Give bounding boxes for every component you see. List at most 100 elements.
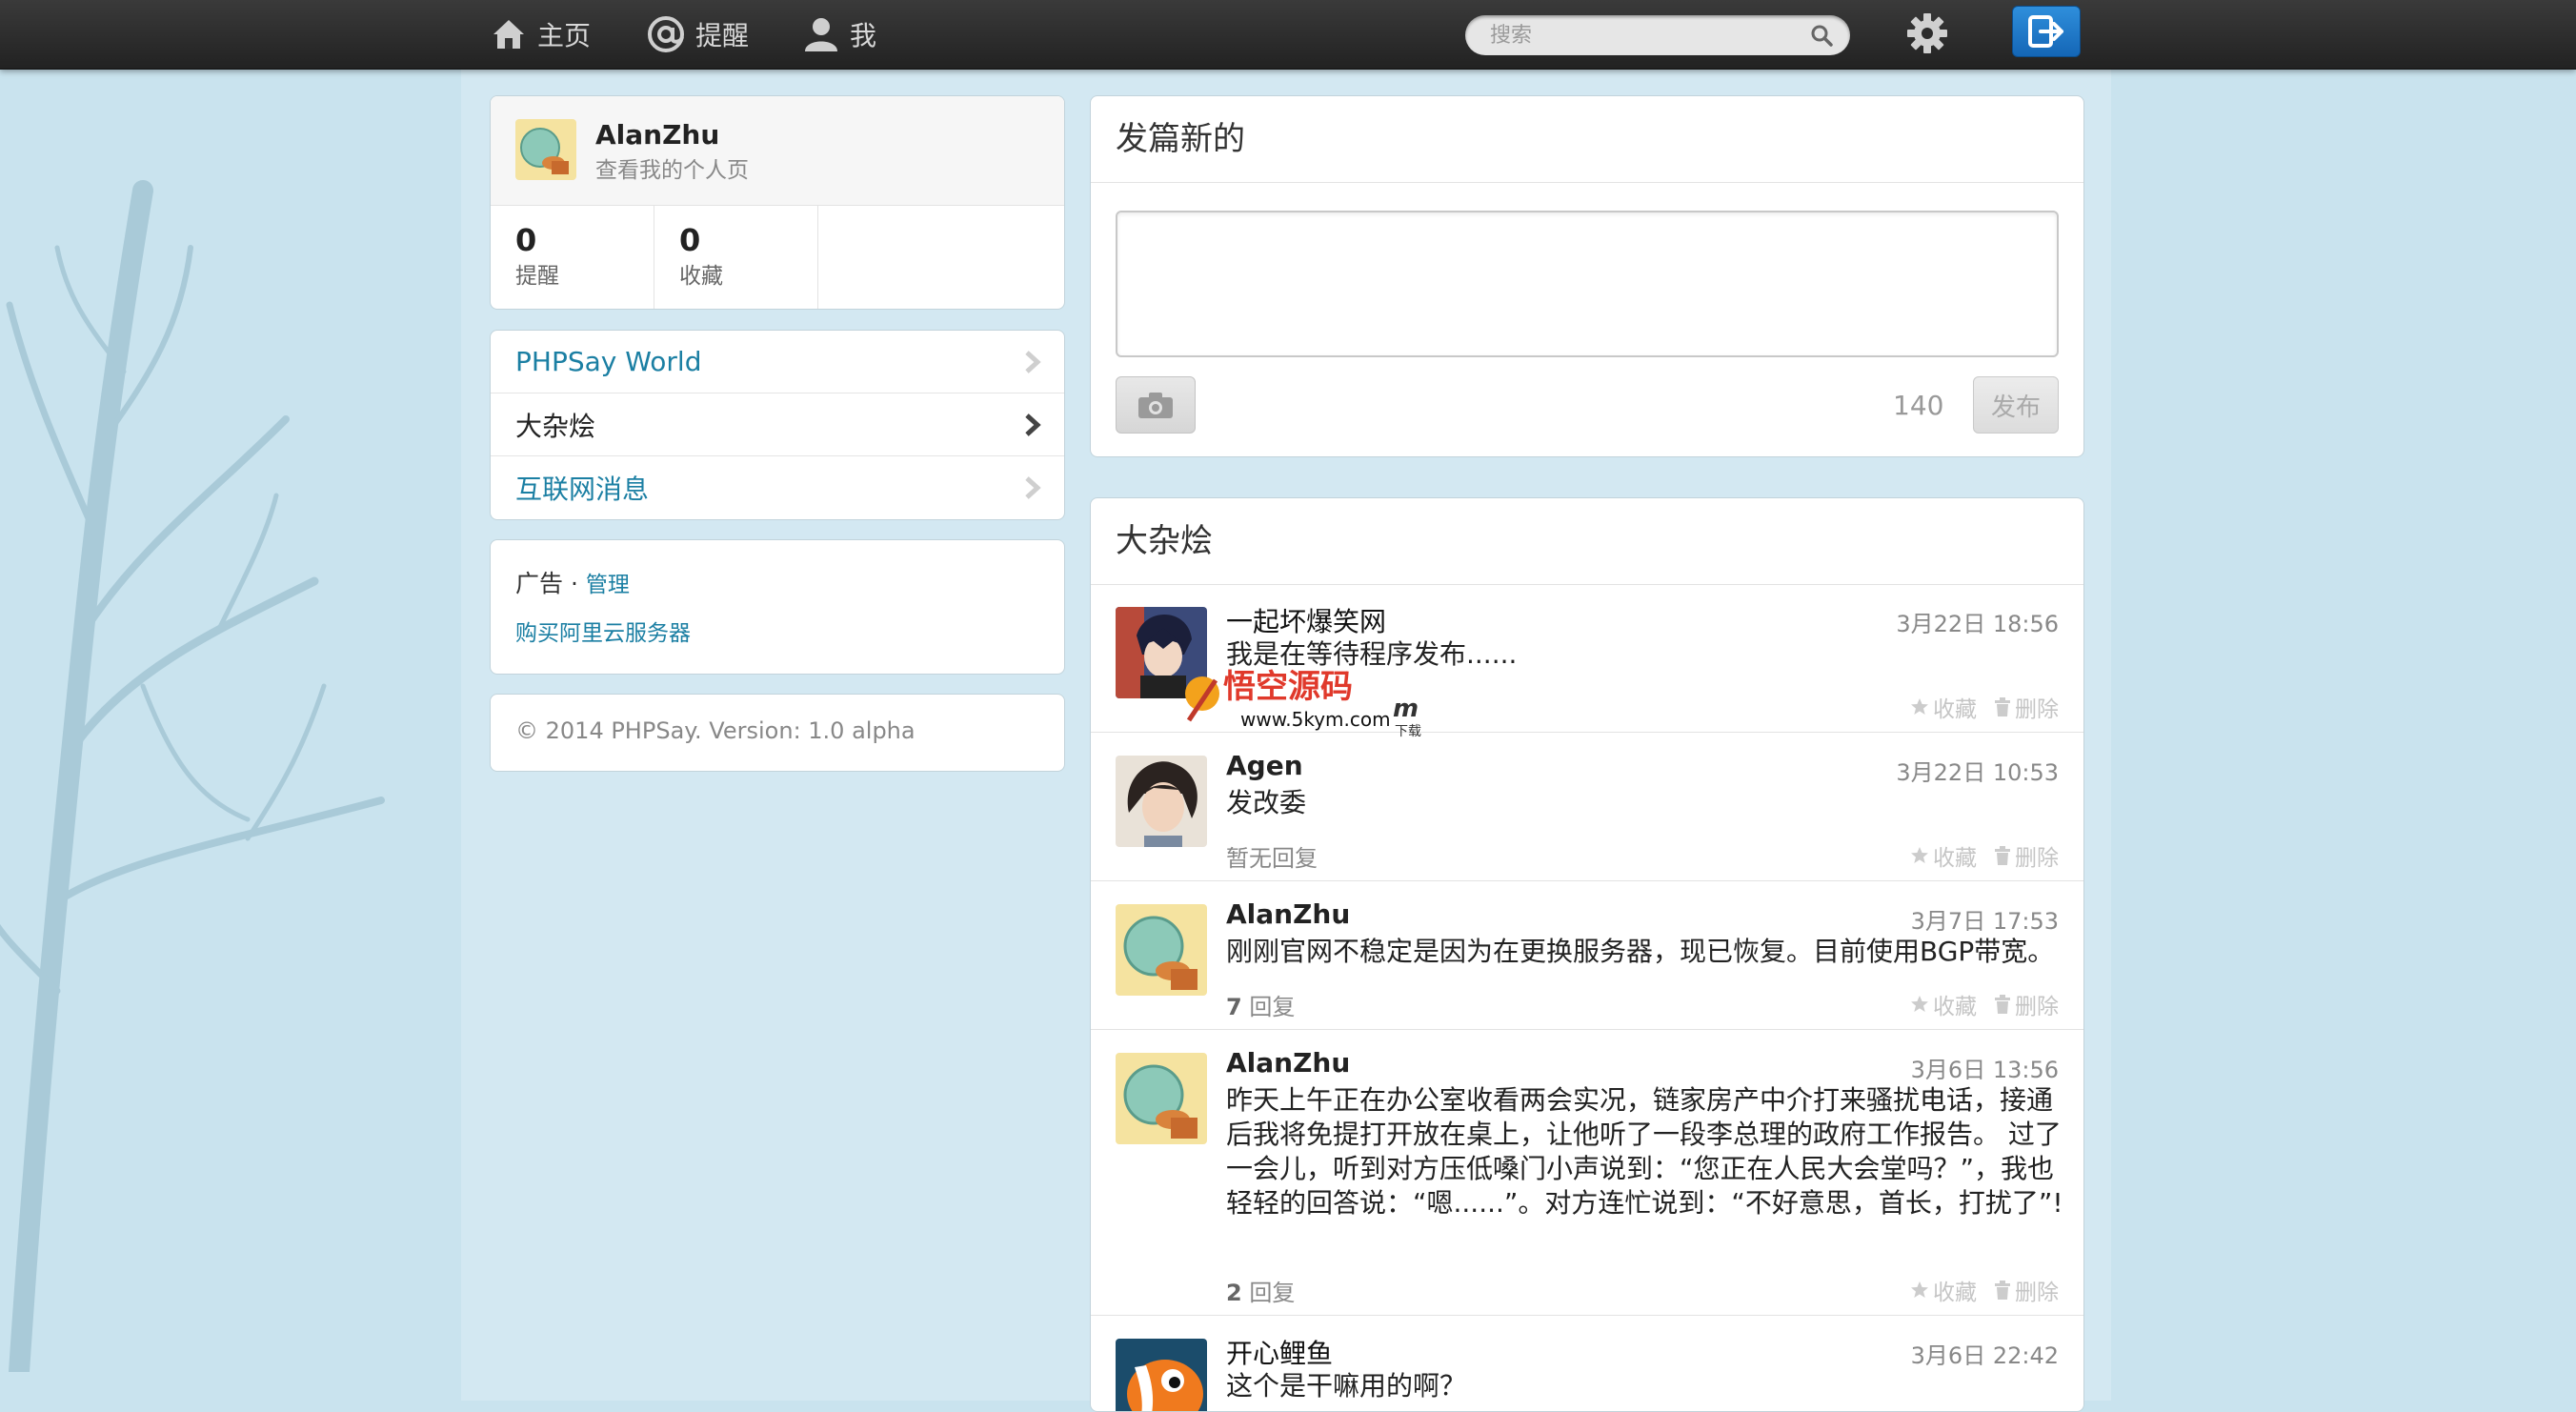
chevron-right-icon bbox=[1025, 351, 1041, 373]
watermark-tag: 下载 bbox=[1395, 724, 1421, 739]
user-icon bbox=[805, 18, 837, 51]
star-icon bbox=[1911, 996, 1928, 1012]
fishbowl-avatar bbox=[515, 119, 576, 180]
profile-stats: 0 提醒 0 收藏 bbox=[491, 206, 1064, 309]
post-time: 3月6日 22:42 bbox=[1910, 1342, 2059, 1369]
composer-card: 发篇新的 140 发布 bbox=[1090, 95, 2084, 457]
ads-heading: 广告 · 管理 bbox=[515, 565, 630, 599]
topic-label: PHPSay World bbox=[515, 346, 702, 377]
post-author[interactable]: AlanZhu bbox=[1226, 898, 1350, 930]
profile-name[interactable]: AlanZhu bbox=[595, 119, 719, 151]
nav-mentions[interactable]: 提醒 bbox=[646, 0, 749, 69]
trash-icon bbox=[1995, 995, 2010, 1014]
topic-item-phpsay-world[interactable]: PHPSay World bbox=[491, 331, 1064, 393]
feed-post: 开心鲤鱼 3月6日 22:42 这个是干嘛用的啊？ bbox=[1091, 1316, 2083, 1411]
post-replies[interactable]: 暂无回复 bbox=[1226, 839, 1318, 873]
post-avatar[interactable] bbox=[1116, 1339, 1207, 1411]
favorite-action[interactable]: 收藏 bbox=[1910, 1274, 1977, 1306]
footer-card: © 2014 PHPSay. Version: 1.0 alpha bbox=[490, 694, 1065, 772]
post-actions: 收藏 删除 bbox=[1910, 691, 2059, 723]
post-time: 3月7日 17:53 bbox=[1910, 908, 2059, 935]
post-author[interactable]: 一起坏爆笑网 bbox=[1226, 601, 1386, 639]
search-icon[interactable] bbox=[1810, 24, 1833, 47]
post-replies[interactable]: 2 回复 bbox=[1226, 1274, 1295, 1307]
feed-post: Agen 3月22日 10:53 发改委 暂无回复 收藏 删除 bbox=[1091, 733, 2083, 881]
delete-action[interactable]: 删除 bbox=[1994, 988, 2059, 1020]
stat-favorites[interactable]: 0 收藏 bbox=[654, 206, 818, 309]
favorite-action[interactable]: 收藏 bbox=[1910, 988, 1977, 1020]
post-avatar[interactable] bbox=[1116, 904, 1207, 996]
top-navigation-bar: 主页 提醒 我 bbox=[0, 0, 2576, 70]
avatar[interactable] bbox=[515, 119, 576, 180]
post-author[interactable]: 开心鲤鱼 bbox=[1226, 1333, 1333, 1371]
search-box bbox=[1465, 15, 1850, 55]
star-icon bbox=[1911, 698, 1928, 715]
at-icon bbox=[648, 16, 684, 52]
post-avatar[interactable] bbox=[1116, 756, 1207, 847]
watermark-suffix: m bbox=[1393, 695, 1419, 723]
nav-me-label: 我 bbox=[850, 20, 877, 51]
post-actions: 收藏 删除 bbox=[1910, 839, 2059, 872]
fishbowl-avatar bbox=[1116, 1053, 1207, 1144]
delete-action[interactable]: 删除 bbox=[1994, 1274, 2059, 1306]
ads-manage-link[interactable]: 管理 bbox=[586, 573, 630, 597]
watermark-url: www.5kym.com bbox=[1240, 708, 1391, 731]
logout-button[interactable] bbox=[2012, 6, 2081, 57]
fishbowl-avatar bbox=[1116, 904, 1207, 996]
feed-title: 大杂烩 bbox=[1091, 498, 2083, 585]
delete-action[interactable]: 删除 bbox=[1994, 839, 2059, 872]
topic-list: PHPSay World 大杂烩 互联网消息 bbox=[490, 330, 1065, 520]
post-body: 这个是干嘛用的啊？ bbox=[1226, 1370, 1467, 1402]
feed-post: AlanZhu 3月6日 13:56 昨天上午正在办公室收看两会实况，链家房产中… bbox=[1091, 1030, 2083, 1316]
topic-label: 互联网消息 bbox=[515, 474, 650, 505]
post-time: 3月22日 10:53 bbox=[1896, 759, 2059, 786]
trash-icon bbox=[1995, 697, 2010, 716]
stat-mentions[interactable]: 0 提醒 bbox=[491, 206, 654, 309]
star-icon bbox=[1911, 1281, 1928, 1298]
feed-post: AlanZhu 3月7日 17:53 刚刚官网不稳定是因为在更换服务器，现已恢复… bbox=[1091, 881, 2083, 1030]
nav-home[interactable]: 主页 bbox=[490, 0, 591, 69]
post-time: 3月6日 13:56 bbox=[1910, 1057, 2059, 1083]
star-icon bbox=[1911, 847, 1928, 863]
stat-value: 0 bbox=[679, 222, 701, 258]
post-textarea[interactable] bbox=[1116, 211, 2059, 357]
profile-header[interactable]: AlanZhu 查看我的个人页 bbox=[491, 96, 1064, 206]
ad-link[interactable]: 购买阿里云服务器 bbox=[515, 615, 691, 647]
profile-card: AlanZhu 查看我的个人页 0 提醒 0 收藏 bbox=[490, 95, 1065, 310]
watermark-title: 悟空源码 bbox=[1223, 668, 1353, 706]
attach-photo-button[interactable] bbox=[1116, 376, 1196, 434]
chevron-right-icon bbox=[1025, 476, 1041, 499]
ads-card: 广告 · 管理 购买阿里云服务器 bbox=[490, 539, 1065, 675]
post-author[interactable]: AlanZhu bbox=[1226, 1047, 1350, 1079]
trash-icon bbox=[1995, 1281, 2010, 1300]
ads-title: 广告 · bbox=[515, 570, 586, 597]
post-replies[interactable]: 7 回复 bbox=[1226, 988, 1295, 1021]
favorite-action[interactable]: 收藏 bbox=[1910, 691, 1977, 723]
favorite-action[interactable]: 收藏 bbox=[1910, 839, 1977, 872]
topic-label: 大杂烩 bbox=[515, 410, 596, 442]
stat-label: 收藏 bbox=[679, 264, 723, 289]
stat-value: 0 bbox=[515, 222, 537, 258]
gear-icon[interactable] bbox=[1905, 11, 1949, 55]
reply-suffix: 回复 bbox=[1241, 1280, 1296, 1306]
topic-item-internet-news[interactable]: 互联网消息 bbox=[491, 456, 1064, 519]
nav-home-label: 主页 bbox=[537, 20, 592, 51]
clownfish-avatar bbox=[1116, 1339, 1207, 1411]
chevron-right-icon bbox=[1025, 414, 1041, 436]
nav-me[interactable]: 我 bbox=[802, 0, 876, 69]
post-body: 刚刚官网不稳定是因为在更换服务器，现已恢复。目前使用BGP带宽。 bbox=[1226, 936, 2055, 967]
stat-label: 提醒 bbox=[515, 264, 559, 289]
topic-item-misc[interactable]: 大杂烩 bbox=[491, 393, 1064, 456]
post-avatar[interactable] bbox=[1116, 1053, 1207, 1144]
delete-action[interactable]: 删除 bbox=[1994, 691, 2059, 723]
post-author[interactable]: Agen bbox=[1226, 750, 1303, 781]
composer-title: 发篇新的 bbox=[1091, 96, 2083, 183]
search-input[interactable] bbox=[1488, 22, 1797, 49]
profile-subtitle[interactable]: 查看我的个人页 bbox=[595, 151, 749, 184]
footer-text: © 2014 PHPSay. Version: 1.0 alpha bbox=[515, 717, 916, 744]
tree-decoration bbox=[0, 180, 385, 1372]
portrait-avatar bbox=[1116, 756, 1207, 847]
home-icon bbox=[493, 20, 524, 49]
publish-button[interactable]: 发布 bbox=[1973, 376, 2059, 434]
trash-icon bbox=[1995, 846, 2010, 865]
